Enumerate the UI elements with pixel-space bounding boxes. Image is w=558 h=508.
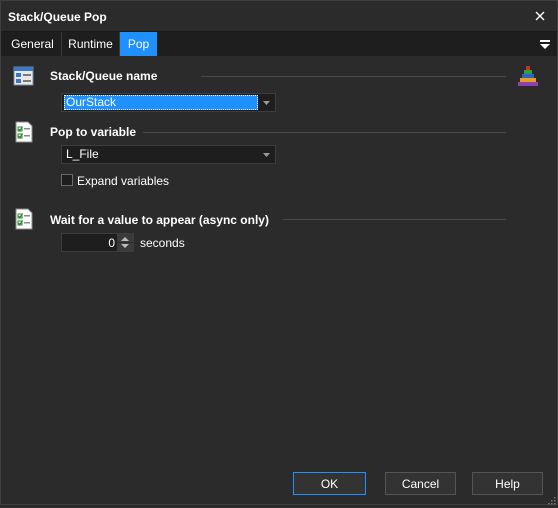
tab-general[interactable]: General [4, 32, 62, 56]
stack-pyramid-icon [516, 64, 540, 88]
pop-variable-combobox[interactable]: L_File [61, 145, 276, 164]
tab-pop[interactable]: Pop [120, 32, 157, 56]
title-bar: Stack/Queue Pop [1, 1, 557, 31]
window-title: Stack/Queue Pop [8, 10, 107, 24]
help-button[interactable]: Help [472, 472, 543, 495]
expand-variables-checkbox[interactable] [61, 174, 73, 186]
checklist-document-icon [13, 208, 35, 230]
pop-variable-label: Pop to variable [50, 125, 137, 139]
wait-label: Wait for a value to appear (async only) [50, 213, 269, 227]
spinner-buttons[interactable] [117, 234, 133, 251]
expand-variables-label[interactable]: Expand variables [77, 174, 169, 188]
stack-name-label: Stack/Queue name [50, 69, 158, 83]
wait-seconds-value[interactable]: 0 [108, 236, 115, 250]
tab-strip: General Runtime Pop [1, 31, 557, 56]
resize-grip-icon[interactable] [547, 494, 556, 505]
cancel-button[interactable]: Cancel [385, 472, 456, 495]
chevron-down-icon[interactable] [258, 146, 275, 163]
close-icon [535, 11, 545, 21]
stack-name-value: OurStack [64, 95, 258, 110]
spin-up-down-icon[interactable] [117, 234, 133, 251]
stack-name-combobox[interactable]: OurStack [61, 93, 276, 112]
chevron-down-icon[interactable] [258, 94, 275, 111]
wait-seconds-spinner[interactable]: 0 [61, 233, 134, 252]
pop-variable-value: L_File [66, 147, 99, 161]
stack-settings-icon [13, 65, 35, 87]
dialog-window: Stack/Queue Pop General Runtime Pop Stac… [0, 0, 558, 505]
hamburger-dropdown-icon [540, 40, 550, 49]
section-divider [283, 219, 506, 220]
seconds-unit-label: seconds [140, 236, 185, 250]
section-divider [201, 76, 506, 77]
ok-button[interactable]: OK [293, 472, 366, 495]
close-button[interactable] [531, 7, 549, 25]
section-divider [143, 132, 506, 133]
tab-menu-button[interactable] [537, 36, 553, 52]
tab-runtime[interactable]: Runtime [62, 32, 120, 56]
checklist-document-icon [13, 121, 35, 143]
